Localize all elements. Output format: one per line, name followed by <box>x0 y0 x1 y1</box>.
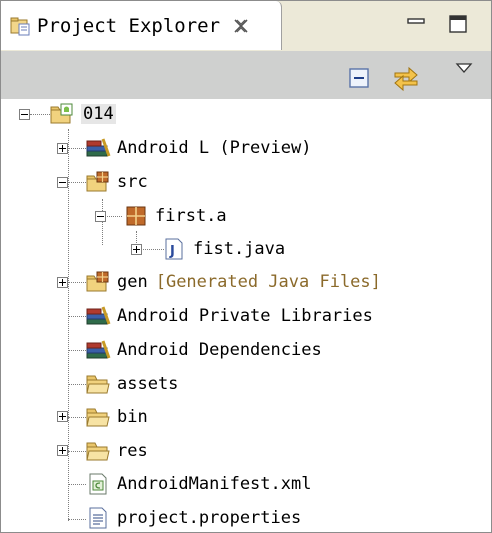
tree-item-assets[interactable]: assets <box>85 369 178 399</box>
tree-guide-line <box>68 384 86 386</box>
expand-toggle[interactable] <box>57 143 68 154</box>
tree-guide-line <box>68 316 86 318</box>
tree-guide-line <box>68 417 86 419</box>
tree-item-label: fist.java <box>193 239 286 259</box>
minimize-icon[interactable] <box>405 13 427 35</box>
tree-guide-line <box>68 519 86 521</box>
collapse-toggle[interactable] <box>95 211 106 222</box>
tree-guide-line <box>68 148 86 150</box>
java-file-icon: J <box>165 238 183 260</box>
folder-icon <box>86 375 110 394</box>
tree-item-android-l-library[interactable]: Android L (Preview) <box>85 133 311 163</box>
source-folder-icon <box>86 171 109 192</box>
tree-item-project-properties[interactable]: project.properties <box>85 503 301 533</box>
expand-toggle[interactable] <box>131 244 142 255</box>
folder-icon <box>86 442 110 461</box>
tree-guide-line <box>102 199 104 245</box>
tree-item-label: Android L (Preview) <box>117 138 312 158</box>
collapse-all-icon[interactable] <box>348 67 370 89</box>
tree-item-decoration: [Generated Java Files] <box>155 272 381 292</box>
tree-guide-line <box>68 182 86 184</box>
tree-item-label: Android Private Libraries <box>117 306 373 326</box>
properties-file-icon <box>89 507 107 529</box>
library-icon <box>86 138 111 157</box>
library-icon <box>86 340 111 359</box>
tree-item-label: bin <box>117 407 148 427</box>
tree-item-label: gen <box>117 272 148 292</box>
view-toolbar <box>1 51 491 99</box>
view-title-bar: Project Explorer <box>1 1 491 51</box>
expand-toggle[interactable] <box>57 411 68 422</box>
tree-item-label: AndroidManifest.xml <box>117 474 312 494</box>
tree-item-bin[interactable]: bin <box>85 402 148 432</box>
close-icon[interactable] <box>232 17 250 35</box>
tree-item-gen[interactable]: gen [Generated Java Files] <box>85 267 381 297</box>
tree-item-label: first.a <box>155 206 227 226</box>
library-icon <box>86 306 111 325</box>
tree-guide-line <box>68 129 70 521</box>
tree-guide-line <box>30 114 50 116</box>
android-project-folder-icon <box>50 103 73 124</box>
tab-project-explorer[interactable]: Project Explorer <box>1 1 282 50</box>
view-menu-icon[interactable] <box>455 61 473 75</box>
tree-guide-line <box>68 350 86 352</box>
tree-guide-line <box>68 451 86 453</box>
tree-item-label: Android Dependencies <box>117 340 322 360</box>
tree-guide-line <box>68 484 86 486</box>
tree-item-label: 014 <box>81 104 116 124</box>
collapse-toggle[interactable] <box>19 109 30 120</box>
tree-item-project-014[interactable]: 014 <box>49 99 116 129</box>
xml-file-icon <box>89 473 107 495</box>
package-icon <box>126 206 146 226</box>
tree-item-fist-java[interactable]: J fist.java <box>161 234 285 264</box>
expand-toggle[interactable] <box>57 445 68 456</box>
project-explorer-icon <box>10 17 30 35</box>
link-with-editor-icon[interactable] <box>391 63 421 93</box>
tree-item-package-first-a[interactable]: first.a <box>123 201 227 231</box>
tree-item-label: res <box>117 441 148 461</box>
tree-item-label: project.properties <box>117 508 302 528</box>
tree-item-res[interactable]: res <box>85 436 148 466</box>
collapse-toggle[interactable] <box>57 177 68 188</box>
expand-toggle[interactable] <box>57 277 68 288</box>
svg-text:J: J <box>169 244 175 259</box>
view-title: Project Explorer <box>37 14 221 37</box>
tree-item-android-dependencies[interactable]: Android Dependencies <box>85 335 322 365</box>
tree-item-android-manifest[interactable]: AndroidManifest.xml <box>85 469 311 499</box>
tree-guide-line <box>68 282 86 284</box>
tree-item-android-private-libraries[interactable]: Android Private Libraries <box>85 301 373 331</box>
maximize-icon[interactable] <box>447 13 469 35</box>
tree-item-label: src <box>117 172 148 192</box>
project-tree: 014 Android L (Preview) src first.a J fi… <box>1 99 491 532</box>
tree-item-label: assets <box>117 374 179 394</box>
project-explorer-view: Project Explorer 014 Android L (Preview)… <box>0 0 492 533</box>
tree-item-src[interactable]: src <box>85 167 148 197</box>
folder-icon <box>86 408 110 427</box>
generated-source-folder-icon <box>86 271 109 292</box>
